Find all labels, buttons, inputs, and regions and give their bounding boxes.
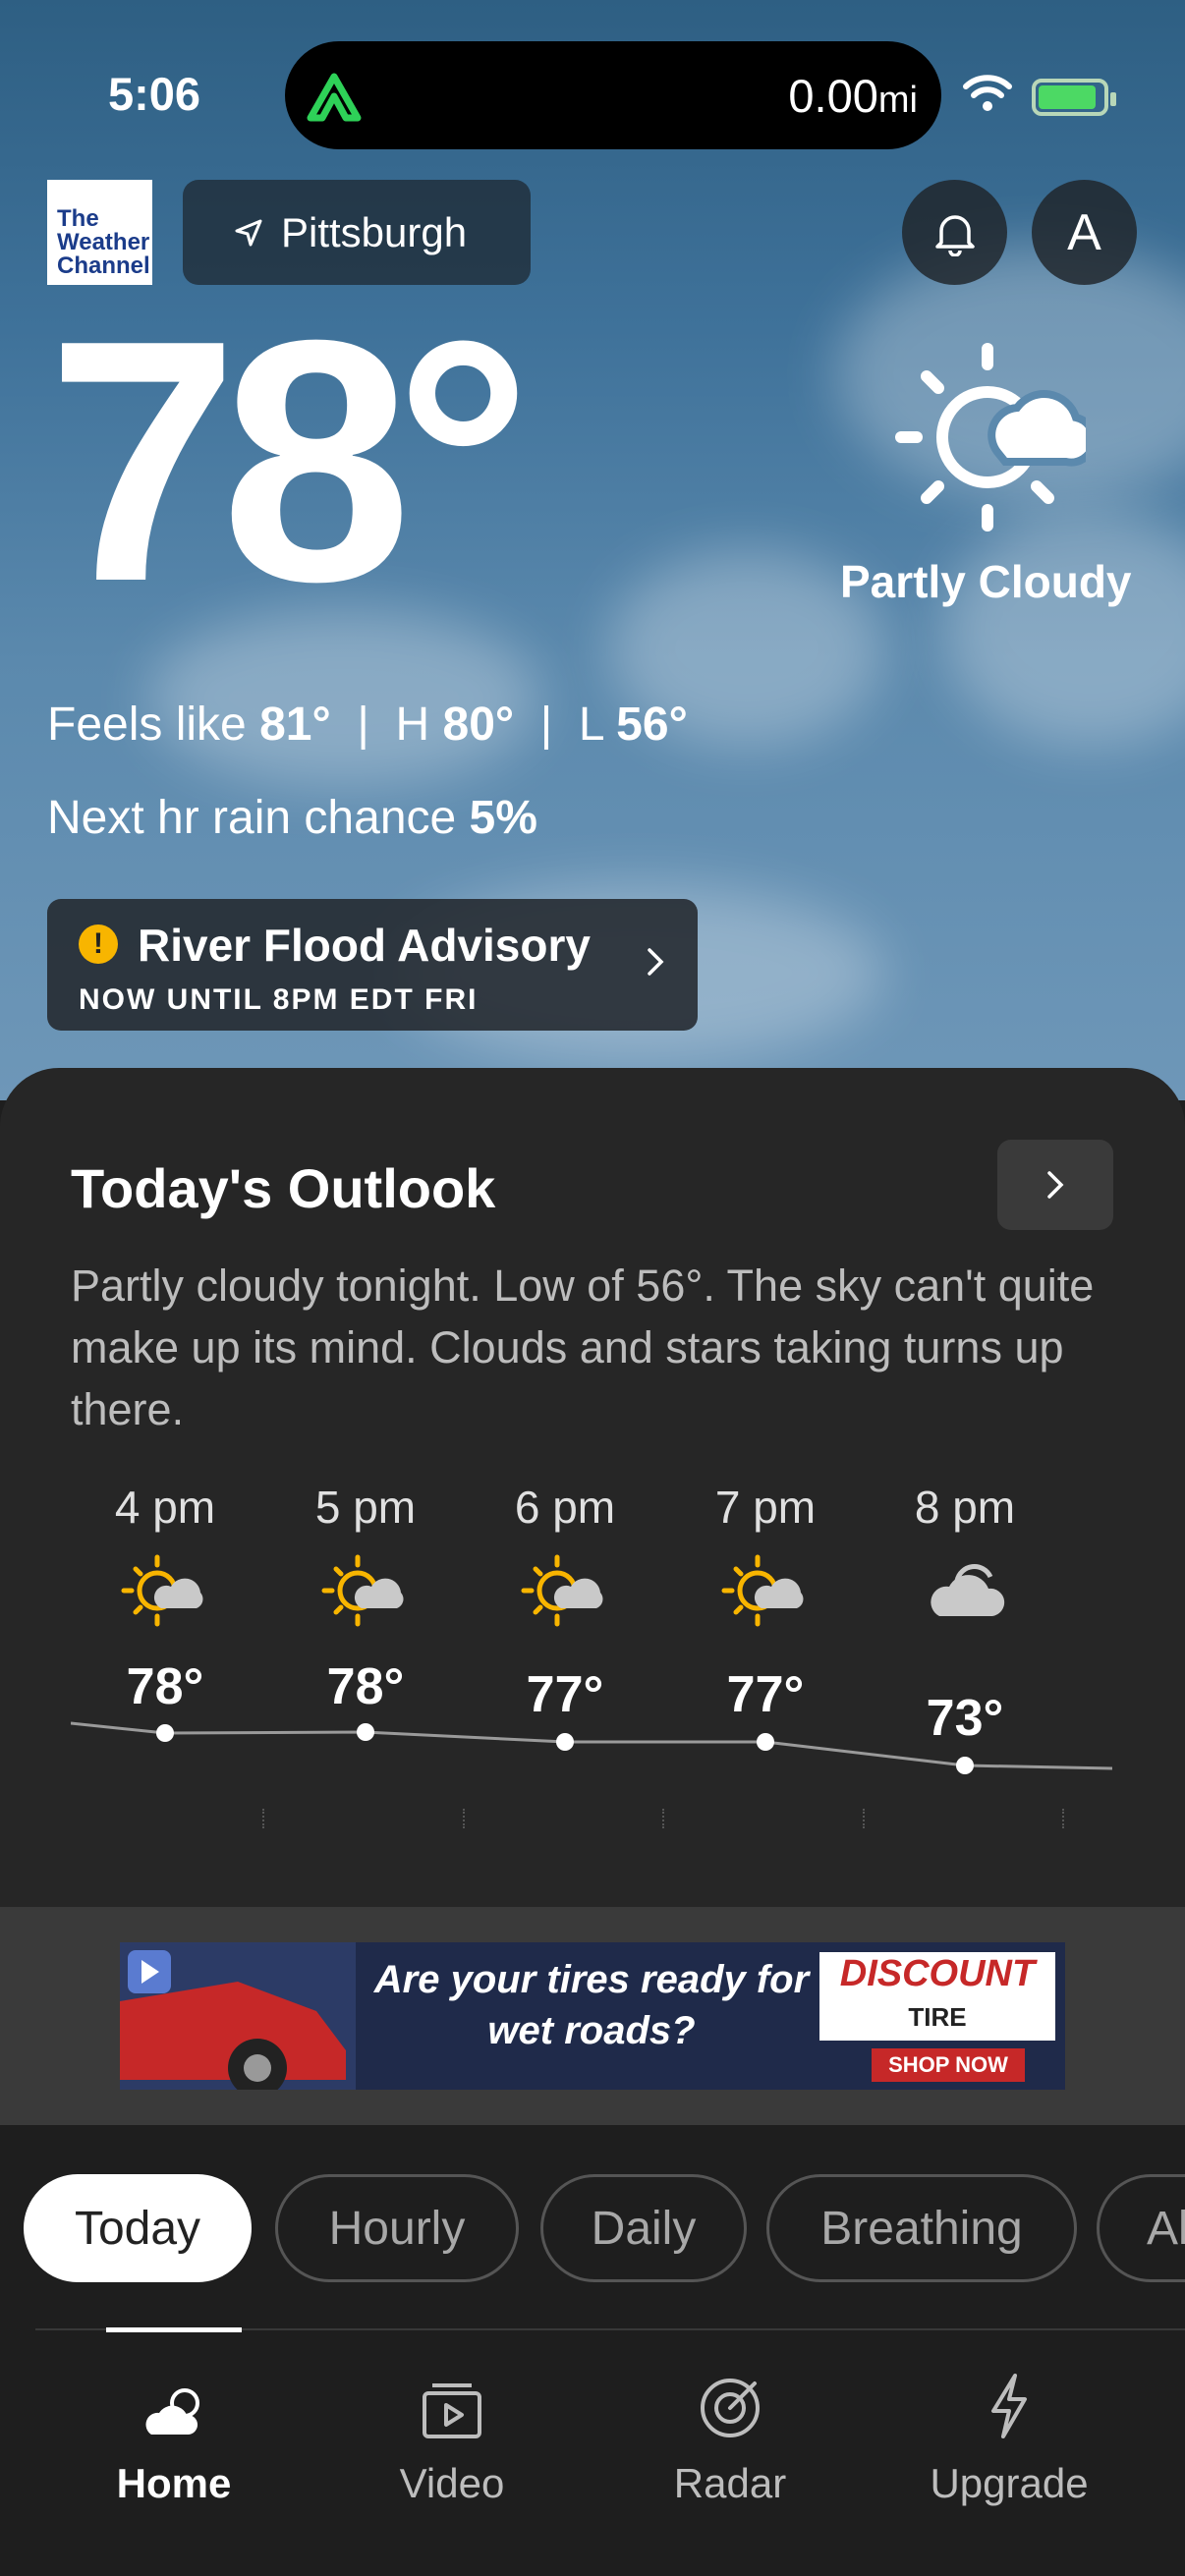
alert-icon: ! (79, 924, 118, 964)
tab-allergy[interactable]: Al (1097, 2174, 1185, 2282)
location-arrow-icon (235, 219, 262, 246)
ad-banner[interactable]: Are your tires ready for wet roads? DISC… (120, 1942, 1065, 2090)
partly-sunny-icon (96, 1551, 234, 1634)
hour-tick (1062, 1809, 1064, 1828)
notifications-button[interactable] (902, 180, 1007, 285)
hour-temp: 77° (726, 1666, 805, 1723)
section-tabs: Today Hourly Daily Breathing Al (0, 2125, 1185, 2331)
nav-upgrade[interactable]: Upgrade (911, 2332, 1107, 2507)
rain-chance-line: Next hr rain chance 5% (47, 792, 537, 844)
hour-tick (463, 1809, 465, 1828)
video-icon (423, 2383, 481, 2438)
tab-today[interactable]: Today (24, 2174, 252, 2282)
ad-brand: DISCOUNT TIRE (819, 1952, 1055, 2041)
hour-column: 4 pm (96, 1481, 234, 1634)
ad-headline: Are your tires ready for wet roads? (373, 1958, 810, 2052)
hour-temp: 78° (326, 1658, 405, 1715)
hour-column: 7 pm (697, 1481, 834, 1634)
outlook-more-button[interactable] (997, 1140, 1113, 1230)
hourly-strip: 4 pm 5 pm 6 pm 7 pm 8 pm 78° 78° 77° 77°… (71, 1481, 1112, 1874)
status-time: 5:06 (108, 68, 201, 120)
car-image (120, 1942, 356, 2090)
current-temperature: 78° (47, 269, 532, 653)
hour-temp: 77° (526, 1666, 604, 1723)
activity-icon (307, 73, 362, 122)
partly-sunny-icon (297, 1551, 434, 1634)
avatar-button[interactable]: A (1032, 180, 1137, 285)
nav-video[interactable]: Video (354, 2332, 550, 2507)
cloudy-icon (896, 1551, 1034, 1634)
ad-cta[interactable]: SHOP NOW (872, 2048, 1025, 2082)
tab-hourly[interactable]: Hourly (275, 2174, 519, 2282)
tab-daily[interactable]: Daily (540, 2174, 747, 2282)
location-label: Pittsburgh (281, 208, 468, 255)
battery-icon (1032, 79, 1116, 116)
lightning-icon (991, 2374, 1027, 2438)
partly-sunny-icon (496, 1551, 634, 1634)
bell-icon (934, 214, 975, 256)
flood-advisory-banner[interactable]: ! River Flood Advisory NOW UNTIL 8PM EDT… (47, 899, 698, 1031)
radar-icon (701, 2379, 760, 2437)
nav-radar[interactable]: Radar (632, 2332, 828, 2507)
hour-temp: 73° (926, 1690, 1004, 1747)
outlook-title: Today's Outlook (71, 1157, 496, 1219)
partly-sunny-icon (697, 1551, 834, 1634)
alert-subtitle: NOW UNTIL 8PM EDT FRI (79, 983, 479, 1016)
ad-container: Are your tires ready for wet roads? DISC… (0, 1907, 1185, 2125)
hour-tick (262, 1809, 264, 1828)
outlook-description: Partly cloudy tonight. Low of 56°. The s… (71, 1260, 1095, 1434)
bottom-nav: Home Video Radar Upgrade (0, 2332, 1185, 2576)
hour-column: 5 pm (297, 1481, 434, 1634)
hour-tick (863, 1809, 865, 1828)
sky-cloud (943, 511, 1185, 747)
partly-cloudy-icon (895, 343, 1086, 532)
dynamic-island: 0.00mi (285, 41, 941, 149)
condition-label: Partly Cloudy (840, 556, 1132, 607)
tab-breathing[interactable]: Breathing (766, 2174, 1077, 2282)
feels-like-line: Feels like 81° | H 80° | L 56° (47, 699, 688, 751)
alert-title: River Flood Advisory (138, 920, 591, 971)
home-weather-icon (145, 2388, 199, 2435)
distance-readout: 0.00mi (788, 70, 918, 122)
todays-outlook-card: Today's Outlook Partly cloudy tonight. L… (0, 1068, 1185, 1907)
nav-home[interactable]: Home (76, 2332, 272, 2507)
hour-column: 6 pm (496, 1481, 634, 1634)
logo-text: The (57, 205, 99, 232)
hour-column: 8 pm (896, 1481, 1034, 1634)
chevron-right-icon (1047, 1171, 1064, 1199)
logo-text: Weather (57, 229, 150, 255)
wifi-icon (963, 75, 1012, 111)
hour-tick (662, 1809, 664, 1828)
chevron-right-icon (648, 948, 664, 976)
hour-temp: 78° (126, 1658, 204, 1715)
